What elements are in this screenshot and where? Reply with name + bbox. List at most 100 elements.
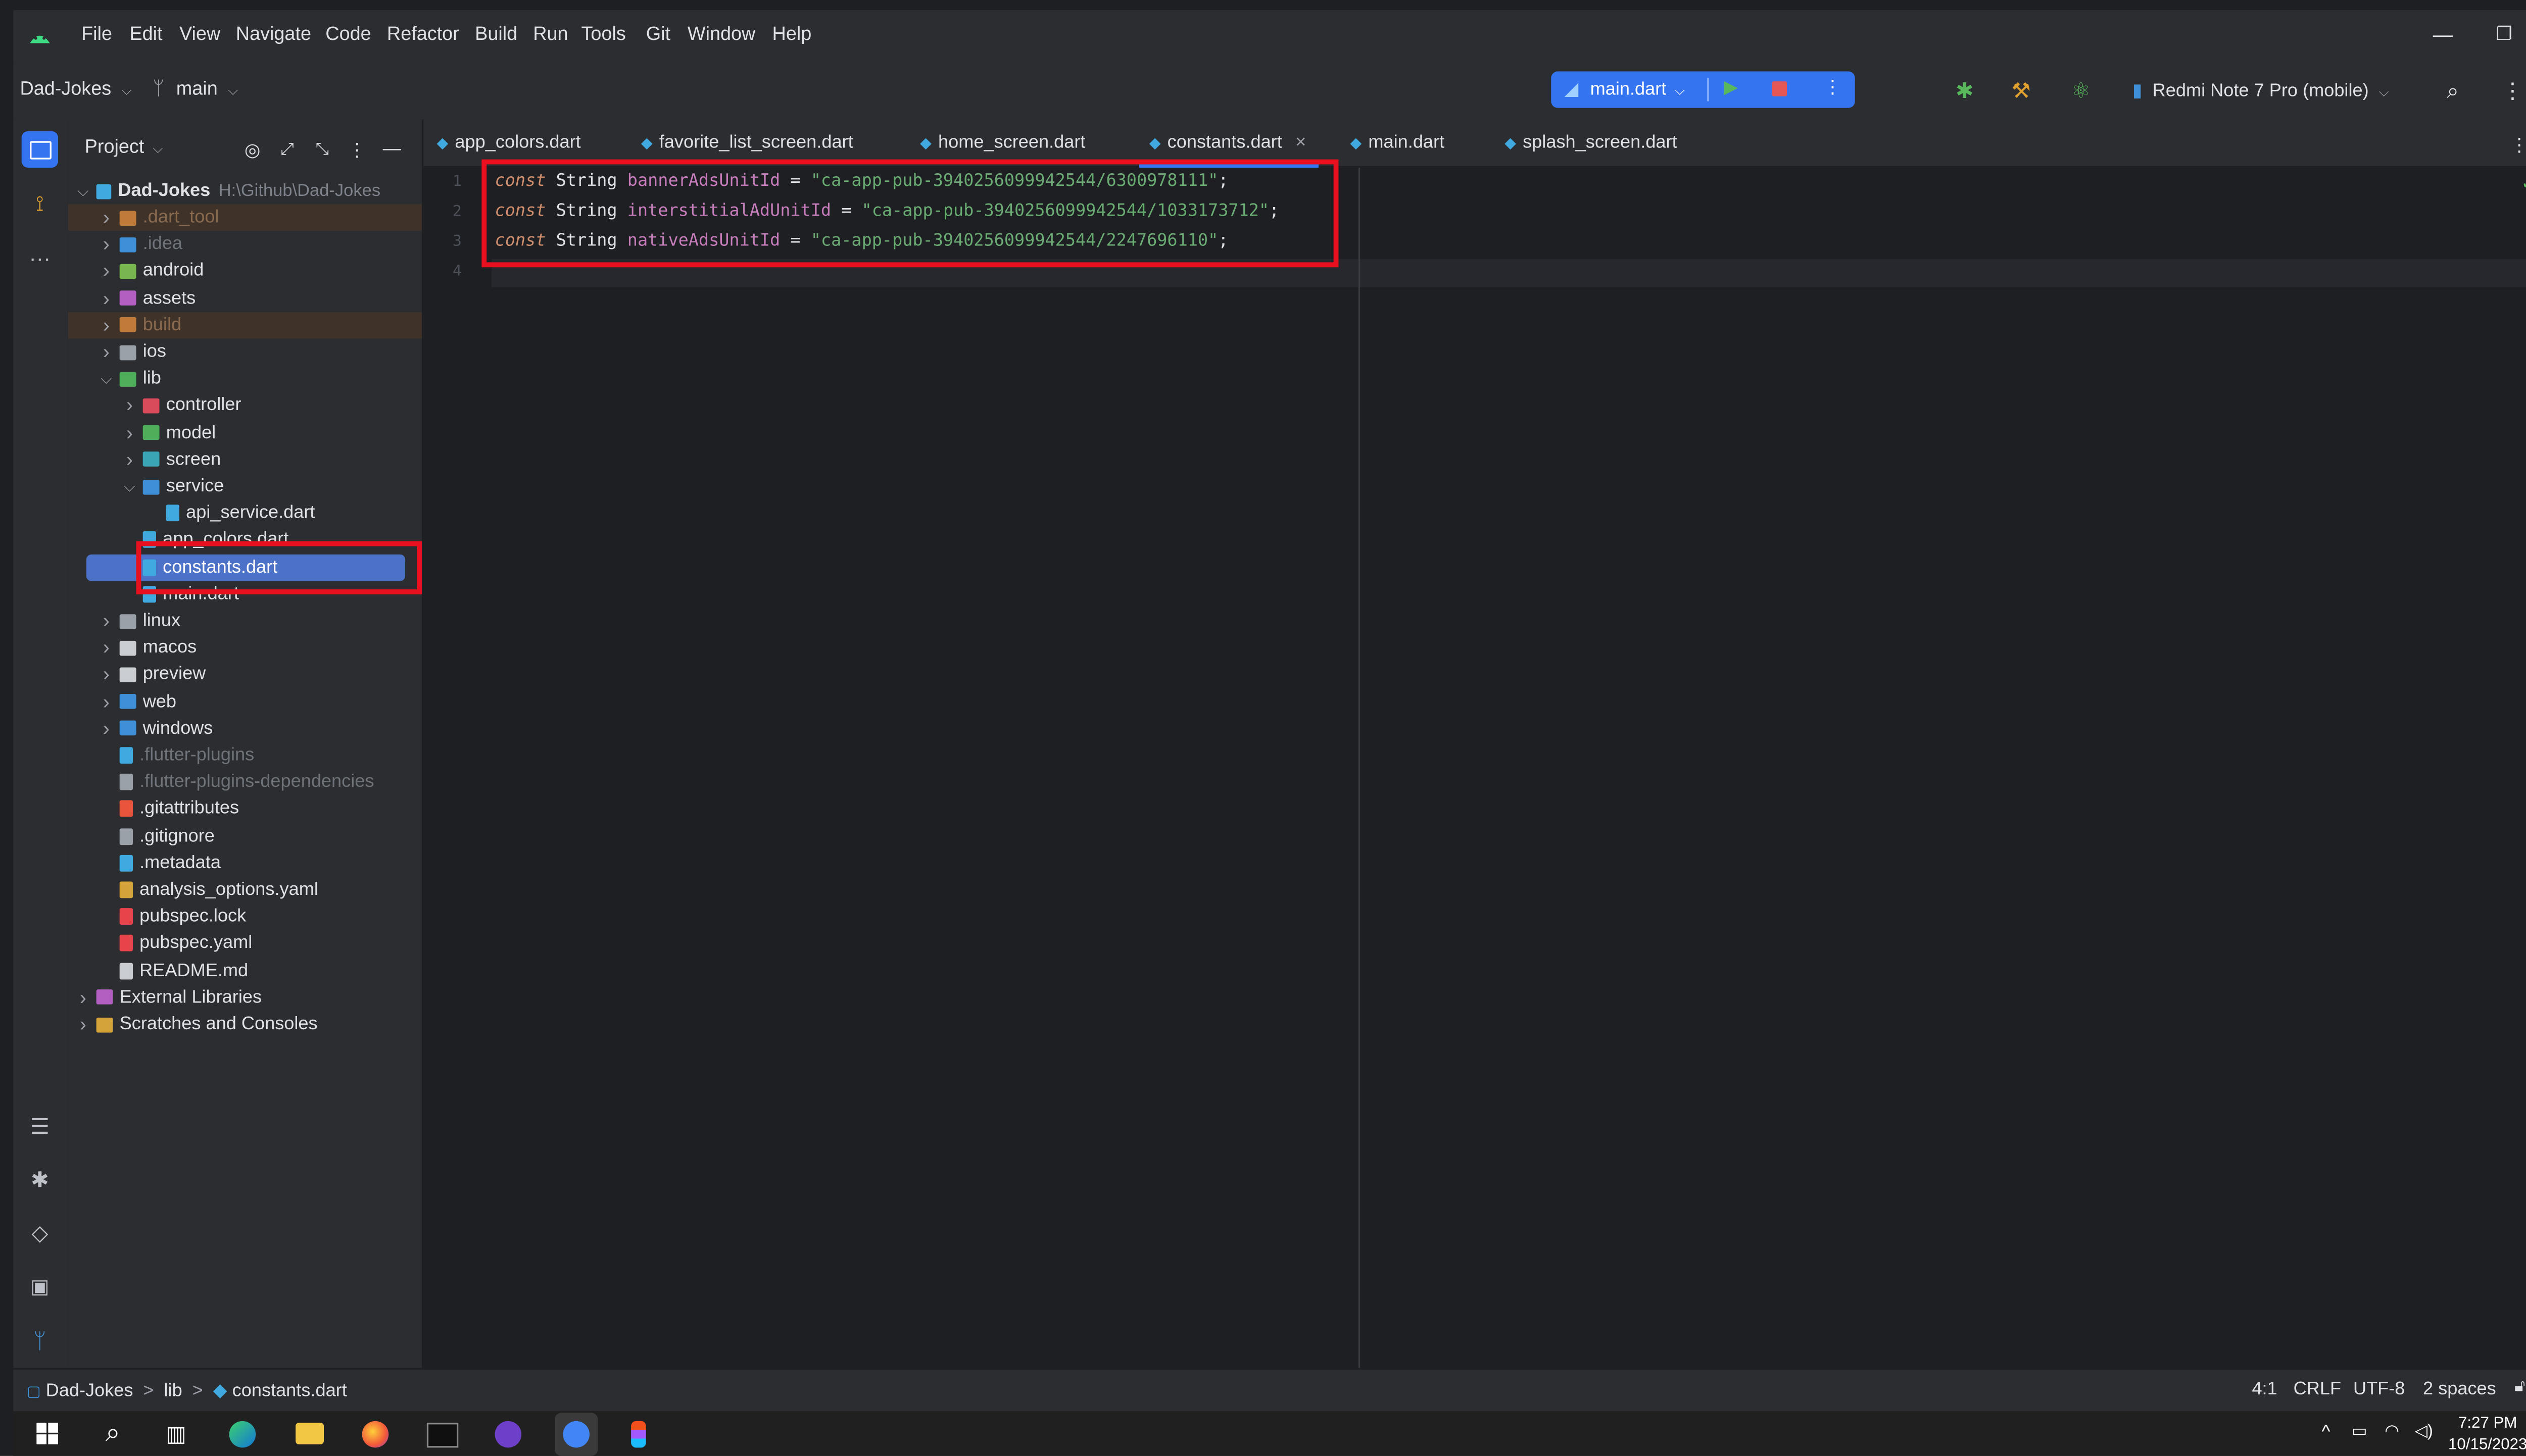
- battery-icon[interactable]: ▭: [2352, 1423, 2367, 1441]
- chevron-down-icon[interactable]: ⌵: [120, 477, 139, 495]
- version-control-icon[interactable]: ᛘ: [22, 1322, 58, 1358]
- breadcrumb-project[interactable]: Dad-Jokes: [46, 1381, 133, 1401]
- menu-help[interactable]: Help: [772, 25, 812, 44]
- hide-panel-icon[interactable]: —: [378, 136, 405, 163]
- tab-main-dart[interactable]: ◆ main.dart: [1350, 133, 1444, 153]
- lock-icon[interactable]: 🔓︎: [2514, 1378, 2525, 1396]
- chevron-right-icon[interactable]: ›: [96, 314, 116, 337]
- chevron-right-icon[interactable]: ›: [96, 690, 116, 713]
- run-icon[interactable]: ▶: [1724, 76, 1738, 97]
- restore-icon[interactable]: ❐: [2496, 23, 2512, 44]
- chevron-right-icon[interactable]: ›: [96, 636, 116, 660]
- tree-item-pubspec-lock[interactable]: pubspec.lock: [96, 903, 246, 930]
- task-view-icon[interactable]: ▥: [160, 1418, 193, 1451]
- panel-options-icon[interactable]: ⋮: [344, 136, 370, 163]
- close-tab-icon[interactable]: ×: [1295, 133, 1306, 153]
- menu-code[interactable]: Code: [325, 25, 371, 44]
- tree-item-flutter-plugins-dependencies[interactable]: .flutter-plugins-dependencies: [96, 769, 374, 796]
- clock-date[interactable]: 10/15/2023: [2448, 1436, 2526, 1454]
- code-editor[interactable]: const String bannerAdsUnitId = "ca-app-p…: [492, 168, 2526, 1368]
- tab-app-colors-dart[interactable]: ◆ app_colors.dart: [437, 133, 581, 153]
- commit-icon[interactable]: ⟟: [22, 186, 58, 222]
- terminal-icon[interactable]: ▣: [22, 1268, 58, 1304]
- volume-icon[interactable]: ◁): [2415, 1423, 2433, 1441]
- firefox-icon[interactable]: [362, 1421, 389, 1448]
- taskbar-search-icon[interactable]: ⌕: [96, 1418, 130, 1451]
- expand-all-icon[interactable]: ⤢: [274, 136, 301, 163]
- branch-selector[interactable]: ᛘ main ⌵: [153, 80, 238, 99]
- chevron-right-icon[interactable]: ›: [73, 1013, 93, 1036]
- tree-item-readme-md[interactable]: README.md: [96, 957, 248, 984]
- menu-edit[interactable]: Edit: [129, 25, 162, 44]
- build-tools-icon[interactable]: ⚒: [2006, 76, 2036, 106]
- chevron-down-icon[interactable]: ⌵: [96, 370, 116, 388]
- tree-item-service[interactable]: ⌵ service: [120, 473, 224, 500]
- attach-debugger-icon[interactable]: ⚛: [2066, 76, 2096, 106]
- tree-item-lib[interactable]: ⌵ lib: [96, 366, 161, 392]
- figma-icon[interactable]: [631, 1421, 646, 1448]
- menu-view[interactable]: View: [179, 25, 220, 44]
- tab-favorite-list-screen-dart[interactable]: ◆ favorite_list_screen.dart: [641, 133, 853, 153]
- clock-time[interactable]: 7:27 PM: [2454, 1415, 2520, 1433]
- tree-item-linux[interactable]: › linux: [96, 608, 180, 634]
- menu-refactor[interactable]: Refactor: [387, 25, 459, 44]
- run-config-selector[interactable]: ◢ main.dart ⌵: [1565, 78, 1685, 99]
- caret-position[interactable]: 4:1: [2252, 1380, 2277, 1399]
- collapse-all-icon[interactable]: ⤡: [309, 136, 335, 163]
- tree-item-windows[interactable]: › windows: [96, 715, 213, 742]
- chevron-right-icon[interactable]: ›: [96, 260, 116, 283]
- chevron-right-icon[interactable]: ›: [96, 286, 116, 310]
- project-selector[interactable]: Dad-Jokes ⌵: [20, 80, 131, 99]
- chevron-right-icon[interactable]: ›: [120, 394, 139, 417]
- wifi-icon[interactable]: ◠: [2385, 1423, 2399, 1441]
- tab-home-screen-dart[interactable]: ◆ home_screen.dart: [920, 133, 1085, 153]
- minimize-icon[interactable]: —: [2433, 23, 2453, 46]
- tree-item-build[interactable]: › build: [96, 312, 181, 338]
- menu-build[interactable]: Build: [475, 25, 517, 44]
- device-selector[interactable]: ▮ Redmi Note 7 Pro (mobile) ⌵: [2132, 80, 2389, 101]
- chevron-right-icon[interactable]: ›: [96, 663, 116, 686]
- tab-constants-dart[interactable]: ◆ constants.dart ×: [1139, 133, 1319, 168]
- tree-root[interactable]: ⌵ Dad-Jokes H:\Github\Dad-Jokes: [73, 178, 380, 205]
- logcat-icon[interactable]: ✱: [22, 1162, 58, 1198]
- more-icon[interactable]: ⋮: [2498, 76, 2526, 106]
- tree-item-android[interactable]: › android: [96, 258, 204, 285]
- project-view-selector[interactable]: Project ⌵: [85, 138, 163, 158]
- line-separator[interactable]: CRLF: [2294, 1380, 2341, 1399]
- search-icon[interactable]: ⌕: [2438, 76, 2468, 106]
- locate-file-icon[interactable]: ◎: [239, 136, 266, 163]
- more-tools-icon[interactable]: ···: [22, 239, 58, 275]
- tree-item-assets[interactable]: › assets: [96, 285, 196, 312]
- tree-item-screen[interactable]: › screen: [120, 446, 221, 473]
- menu-run[interactable]: Run: [533, 25, 568, 44]
- chevron-right-icon[interactable]: ›: [73, 986, 93, 1009]
- tree-item-ios[interactable]: › ios: [96, 339, 166, 366]
- tree-item-dart-tool[interactable]: › .dart_tool: [96, 204, 219, 231]
- tree-item-api-service-dart[interactable]: api_service.dart: [143, 500, 315, 527]
- tree-item-idea[interactable]: › .idea: [96, 231, 182, 258]
- menu-git[interactable]: Git: [646, 25, 670, 44]
- chevron-right-icon[interactable]: ›: [96, 717, 116, 740]
- file-encoding[interactable]: UTF-8: [2353, 1380, 2405, 1399]
- tree-item-preview[interactable]: › preview: [96, 662, 206, 688]
- stop-icon[interactable]: [1772, 81, 1787, 96]
- terminal-app-icon[interactable]: [426, 1423, 459, 1448]
- tree-item-gitattributes[interactable]: .gitattributes: [96, 796, 239, 823]
- tab-splash-screen-dart[interactable]: ◆ splash_screen.dart: [1504, 133, 1677, 153]
- breadcrumb-file[interactable]: constants.dart: [232, 1381, 347, 1401]
- chevron-right-icon[interactable]: ›: [96, 206, 116, 229]
- chevron-right-icon[interactable]: ›: [96, 609, 116, 632]
- tree-item-scratches-and-consoles[interactable]: › Scratches and Consoles: [73, 1011, 318, 1038]
- menu-tools[interactable]: Tools: [581, 25, 626, 44]
- tree-item-external-libraries[interactable]: › External Libraries: [73, 984, 262, 1011]
- tree-item-metadata[interactable]: .metadata: [96, 849, 221, 876]
- github-desktop-icon[interactable]: [495, 1421, 522, 1448]
- edge-browser-icon[interactable]: [229, 1421, 256, 1448]
- more-actions-icon[interactable]: ⋮: [1823, 76, 1841, 97]
- breadcrumb-lib[interactable]: lib: [164, 1381, 182, 1401]
- indent-setting[interactable]: 2 spaces: [2423, 1380, 2496, 1399]
- tree-item-analysis-options-yaml[interactable]: analysis_options.yaml: [96, 877, 318, 903]
- file-explorer-icon[interactable]: [296, 1423, 324, 1444]
- android-studio-taskbar-button[interactable]: [554, 1413, 598, 1456]
- tree-item-web[interactable]: › web: [96, 688, 176, 715]
